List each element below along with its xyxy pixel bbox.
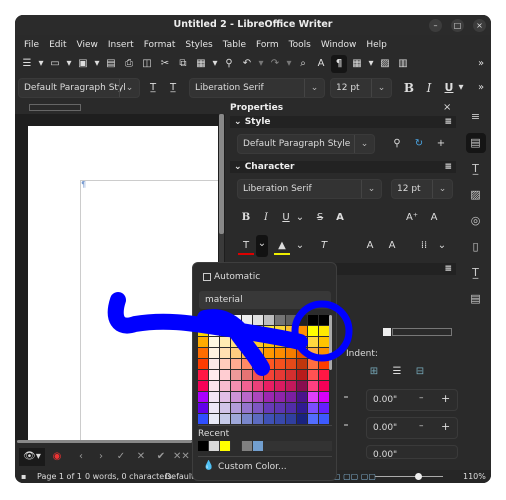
annotation-circle	[291, 300, 353, 362]
blue-annotation	[107, 292, 353, 376]
annotation-arrow	[107, 292, 308, 376]
